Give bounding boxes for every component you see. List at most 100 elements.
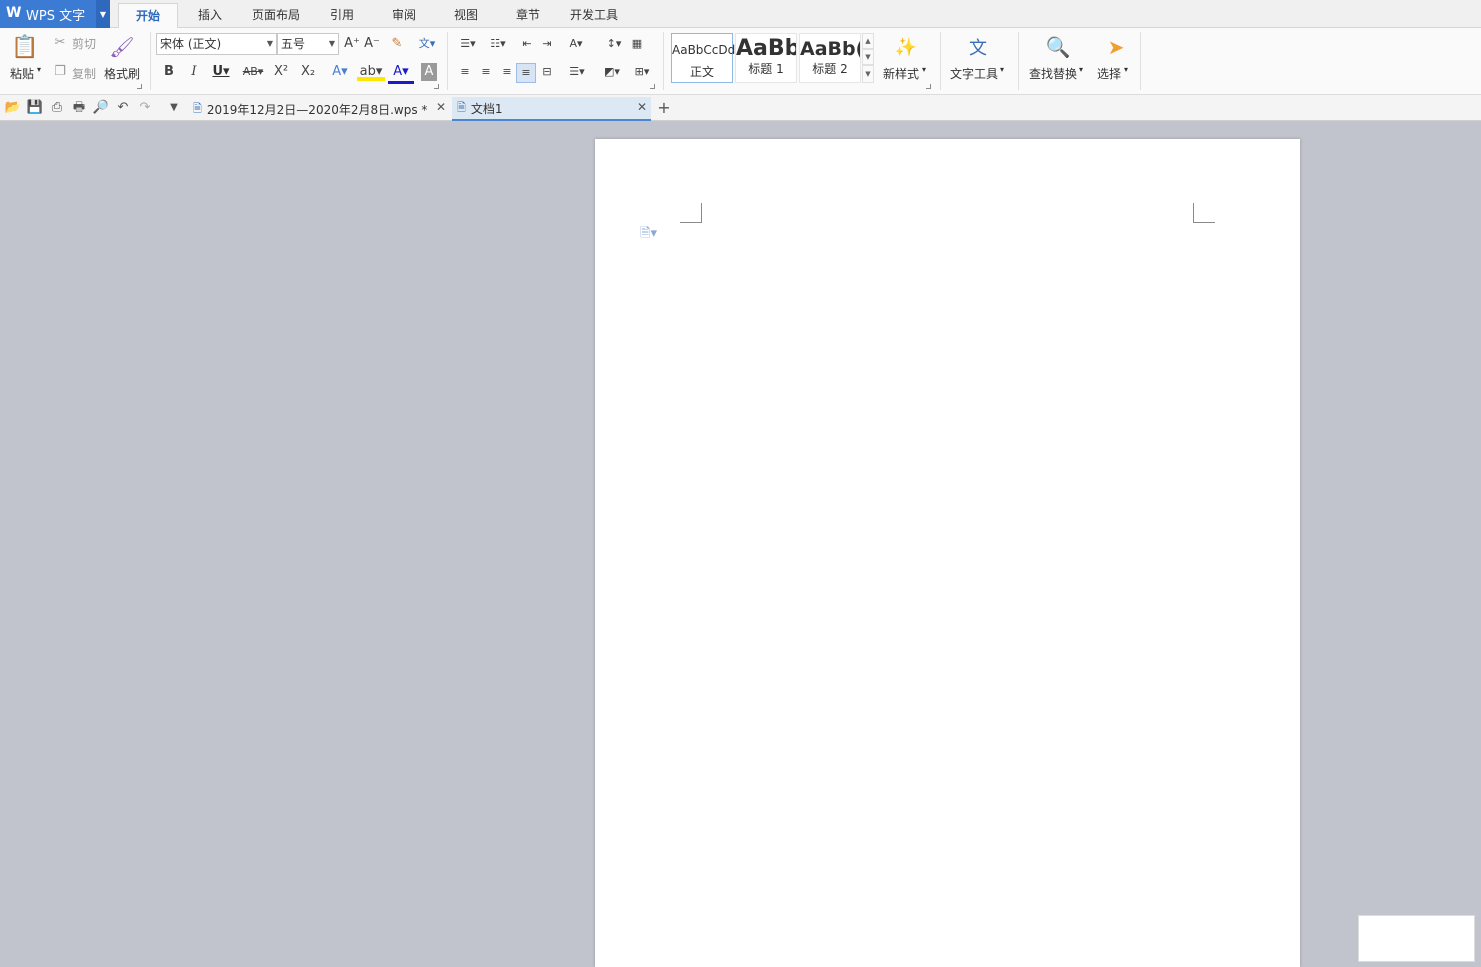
floating-panel: [1358, 915, 1475, 962]
superscript-icon[interactable]: X²: [272, 63, 290, 81]
numbering-icon[interactable]: ☷▾: [484, 35, 512, 53]
decrease-indent-icon[interactable]: ⇤: [518, 35, 536, 53]
redo-icon[interactable]: ↷: [136, 99, 154, 117]
divider: [1140, 32, 1141, 90]
tab-home[interactable]: 开始: [118, 3, 178, 28]
borders-icon[interactable]: ⊞▾: [628, 63, 656, 81]
sort-icon[interactable]: ↕▾: [600, 35, 628, 53]
tab-developer-tools[interactable]: 开发工具: [564, 3, 624, 28]
cursor-arrow-icon[interactable]: ➤: [1102, 32, 1130, 62]
paste-dropdown-icon[interactable]: ▾: [37, 65, 41, 74]
undo-icon[interactable]: ↶: [114, 99, 132, 117]
justify-icon[interactable]: ≡: [516, 63, 536, 83]
phonetic-guide-icon[interactable]: 文▾: [414, 35, 440, 53]
styles-launcher-icon[interactable]: [926, 84, 931, 89]
tab-review[interactable]: 审阅: [380, 3, 428, 28]
export-pdf-icon[interactable]: ⎙: [48, 99, 66, 117]
tab-insert[interactable]: 插入: [186, 3, 234, 28]
bold-icon[interactable]: B: [160, 63, 178, 81]
find-replace-dropdown-icon[interactable]: ▾: [1079, 65, 1083, 74]
text-tools-icon[interactable]: 文: [963, 32, 993, 62]
distribute-icon[interactable]: ⊟: [538, 63, 556, 81]
close-icon[interactable]: ✕: [436, 100, 446, 114]
app-title: WPS 文字: [26, 8, 86, 24]
font-name-select[interactable]: 宋体 (正文) ▼: [156, 33, 277, 55]
copy-button[interactable]: 复制: [72, 65, 96, 82]
paragraph-launcher-icon[interactable]: [650, 84, 655, 89]
subscript-icon[interactable]: X₂: [299, 63, 317, 81]
magnifier-icon[interactable]: 🔍: [1043, 32, 1073, 62]
select-button[interactable]: 选择: [1097, 65, 1121, 82]
print-icon[interactable]: 🖶: [70, 99, 88, 117]
quick-access-toolbar: 📂 💾 ⎙ 🖶 🔎 ↶ ↷ ▼ 🗎 2019年12月2日—2020年2月8日.w…: [0, 95, 1481, 121]
paragraph-layout-icon[interactable]: 🗎▾: [640, 224, 657, 246]
style-preview: AaBb(: [800, 38, 861, 60]
styles-scroll-up-icon[interactable]: ▲: [862, 33, 874, 49]
wps-logo-icon: W: [6, 5, 22, 21]
cut-button[interactable]: 剪切: [72, 35, 96, 52]
increase-indent-icon[interactable]: ⇥: [538, 35, 556, 53]
align-left-icon[interactable]: ≡: [456, 63, 474, 81]
document-tab-active[interactable]: 🗎 文档1 ✕: [452, 97, 651, 121]
style-heading-1[interactable]: AaBb 标题 1: [735, 33, 797, 83]
char-shading-icon[interactable]: A: [421, 63, 437, 81]
highlight-icon[interactable]: ab▾: [357, 63, 385, 81]
new-style-button[interactable]: 新样式: [883, 65, 919, 82]
italic-icon[interactable]: I: [185, 63, 203, 81]
document-tab[interactable]: 🗎 2019年12月2日—2020年2月8日.wps * ✕: [188, 97, 450, 121]
styles-more-icon[interactable]: ▼: [862, 65, 874, 83]
font-size-select[interactable]: 五号 ▼: [277, 33, 339, 55]
style-heading-2[interactable]: AaBb( 标题 2: [799, 33, 861, 83]
app-menu-button[interactable]: W WPS 文字 ▼: [0, 0, 110, 28]
font-color-icon[interactable]: A▾: [388, 63, 414, 84]
close-icon[interactable]: ✕: [637, 100, 647, 114]
tab-view[interactable]: 视图: [442, 3, 490, 28]
underline-icon[interactable]: U▾: [208, 63, 234, 81]
clear-format-icon[interactable]: ✎: [388, 35, 406, 53]
divider: [447, 32, 448, 90]
style-preview: AaBbCcDd: [672, 43, 736, 57]
tab-chapter[interactable]: 章节: [504, 3, 552, 28]
customize-toolbar-icon[interactable]: ▼: [165, 99, 183, 117]
paste-icon[interactable]: 📋: [10, 32, 40, 62]
align-right-icon[interactable]: ≡: [498, 63, 516, 81]
chevron-down-icon: ▼: [328, 39, 335, 48]
save-icon[interactable]: 💾: [26, 99, 44, 117]
style-name: 标题 2: [812, 62, 848, 76]
styles-scroll-down-icon[interactable]: ▼: [862, 49, 874, 65]
document-tab-label: 2019年12月2日—2020年2月8日.wps *: [206, 102, 428, 117]
open-folder-icon[interactable]: 📂: [4, 99, 22, 117]
text-tools-dropdown-icon[interactable]: ▾: [1000, 65, 1004, 74]
chinese-layout-icon[interactable]: A▾: [562, 35, 590, 53]
table-icon[interactable]: ▦: [628, 35, 646, 53]
app-menu-dropdown-icon[interactable]: ▼: [96, 0, 110, 28]
new-tab-plus-icon[interactable]: +: [655, 99, 673, 117]
grow-font-icon[interactable]: A⁺: [343, 35, 361, 53]
align-center-icon[interactable]: ≡: [477, 63, 495, 81]
divider: [663, 32, 664, 90]
new-style-dropdown-icon[interactable]: ▾: [922, 65, 926, 74]
clipboard-launcher-icon[interactable]: [137, 84, 142, 89]
brush-icon[interactable]: 🖌: [108, 32, 136, 62]
format-painter-button[interactable]: 格式刷: [104, 65, 140, 82]
shrink-font-icon[interactable]: A⁻: [363, 35, 381, 53]
style-normal[interactable]: AaBbCcDd 正文: [671, 33, 736, 83]
line-spacing-icon[interactable]: ☰▾: [563, 63, 591, 81]
bullets-icon[interactable]: ☰▾: [454, 35, 482, 53]
tab-references[interactable]: 引用: [318, 3, 366, 28]
divider: [1018, 32, 1019, 90]
document-page[interactable]: 🗎▾: [595, 139, 1300, 967]
new-style-icon[interactable]: ✨: [892, 32, 920, 62]
paragraph-shading-icon[interactable]: ◩▾: [598, 63, 626, 81]
margin-mark-left: [680, 203, 702, 223]
tab-page-layout[interactable]: 页面布局: [244, 3, 308, 28]
text-effect-icon[interactable]: A▾: [327, 63, 353, 81]
find-replace-button[interactable]: 查找替换: [1029, 65, 1077, 82]
select-dropdown-icon[interactable]: ▾: [1124, 65, 1128, 74]
strikethrough-icon[interactable]: AB▾: [239, 63, 267, 81]
font-launcher-icon[interactable]: [434, 84, 439, 89]
paste-button[interactable]: 粘贴: [10, 65, 34, 82]
divider: [150, 32, 151, 90]
print-preview-icon[interactable]: 🔎: [92, 99, 110, 117]
text-tools-button[interactable]: 文字工具: [950, 65, 998, 82]
